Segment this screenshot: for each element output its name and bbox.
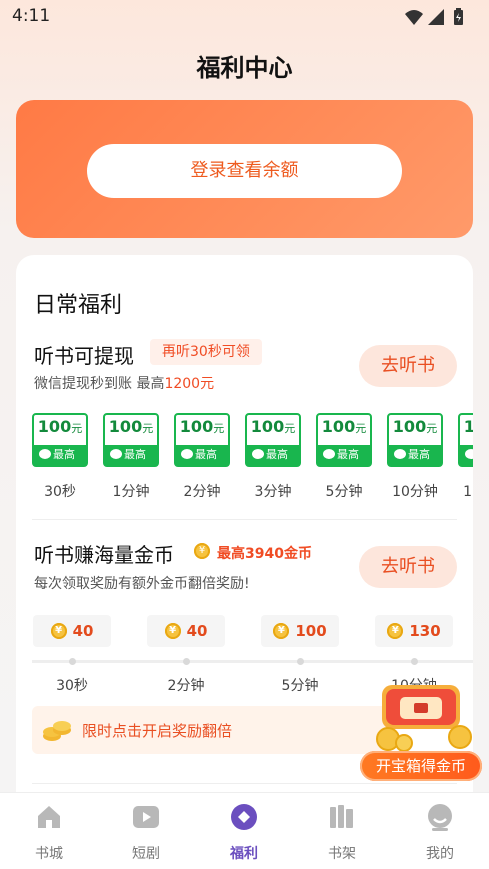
cash-task-listen-button[interactable]: 去听书 [359,345,457,387]
coin-icon: ¥ [50,622,67,639]
coin-step-chip[interactable]: ¥40 [147,615,225,647]
coin-step-chip[interactable]: ¥130 [375,615,453,647]
progress-dot [183,658,190,665]
wechat-icon [394,449,406,459]
coin-icon: ¥ [194,543,210,559]
tab-welfare[interactable]: 福利 [204,803,284,863]
tab-profile[interactable]: 我的 [400,803,480,863]
cash-reward-item[interactable]: 100元 最高 2分钟 [174,413,230,501]
wifi-icon [405,10,423,25]
cash-task-title: 听书可提现 [34,344,134,368]
cash-reward-item[interactable]: 100元 最高 15分钟 [458,413,473,501]
status-bar: 4:11 [0,0,489,34]
open-chest-button[interactable]: 开宝箱得金币 [360,751,482,781]
cash-reward-item[interactable]: 100元 最高 3分钟 [245,413,301,501]
login-card: 登录查看余额 [16,100,473,238]
bookshelf-icon [330,805,353,828]
coin-stack-icon [43,721,71,741]
tab-short-drama[interactable]: 短剧 [106,803,186,863]
cash-reward-time: 5分钟 [325,484,363,500]
cash-reward-card: 100元 最高 [316,413,372,467]
coin-icon: ¥ [164,622,181,639]
cash-reward-time: 1分钟 [112,484,150,500]
page-title: 福利中心 [196,54,293,82]
progress-dot [411,658,418,665]
treasure-chest-icon [376,685,472,752]
cash-task-desc: 微信提现秒到账 最高1200元 [34,376,215,392]
section-title: 日常福利 [34,293,123,318]
cash-reward-time: 3分钟 [254,484,292,500]
cash-reward-item[interactable]: 100元 最高 1分钟 [103,413,159,501]
coin-task-max: 最高3940金币 [217,546,312,562]
play-icon [133,806,159,828]
tab-bookstore[interactable]: 书城 [9,803,89,863]
bottom-tab-bar: 书城 短剧 福利 书架 我的 [0,792,489,869]
cash-reward-item[interactable]: 100元 最高 5分钟 [316,413,372,501]
cash-reward-time: 10分钟 [392,484,438,500]
cash-reward-card: 100元 最高 [387,413,443,467]
cash-task-max: 1200元 [164,376,215,392]
welfare-icon [231,804,257,830]
cash-reward-time: 30秒 [44,484,76,500]
double-reward-banner[interactable]: 限时点击开启奖励翻倍 [32,706,392,754]
coin-step-time: 5分钟 [281,678,319,694]
tab-bookshelf[interactable]: 书架 [302,803,382,863]
coin-task-listen-button[interactable]: 去听书 [359,546,457,588]
cash-reward-item[interactable]: 100元 最高 10分钟 [387,413,443,501]
progress-dot [297,658,304,665]
divider [32,519,457,520]
signal-icon [428,9,444,25]
cash-reward-card: 100元 最高 [103,413,159,467]
progress-dot [69,658,76,665]
wechat-icon [323,449,335,459]
cash-reward-time: 15分钟 [463,484,473,500]
home-icon [38,806,60,828]
cash-reward-card: 100元 最高 [174,413,230,467]
cash-reward-card: 100元 最高 [32,413,88,467]
wechat-icon [465,449,473,459]
coin-step-chip[interactable]: ¥100 [261,615,339,647]
status-time: 4:11 [12,6,51,26]
coin-progress-track [32,660,473,663]
profile-icon [428,804,452,831]
coin-step-time: 2分钟 [167,678,205,694]
divider [32,783,457,784]
double-reward-text: 限时点击开启奖励翻倍 [82,722,233,740]
coin-step-time: 30秒 [56,678,88,694]
cash-task-tag: 再听30秒可领 [150,339,262,365]
cash-reward-time: 2分钟 [183,484,221,500]
coin-icon: ¥ [387,622,404,639]
wechat-icon [181,449,193,459]
coin-task-title: 听书赚海量金币 [34,543,174,567]
cash-reward-list: 100元 最高 30秒 100元 最高 1分钟 100元 最高 2分钟 100元… [32,413,473,513]
cash-reward-card: 100元 最高 [245,413,301,467]
coin-task-desc: 每次领取奖励有额外金币翻倍奖励! [34,576,250,592]
coin-icon: ¥ [273,622,290,639]
wechat-icon [110,449,122,459]
login-view-balance-button[interactable]: 登录查看余额 [87,144,402,198]
wechat-icon [39,449,51,459]
coin-step-chip[interactable]: ¥40 [33,615,111,647]
treasure-chest-widget[interactable]: 开宝箱得金币 [360,677,482,781]
cash-reward-item[interactable]: 100元 最高 30秒 [32,413,88,501]
wechat-icon [252,449,264,459]
status-icons [405,8,463,25]
cash-reward-card: 100元 最高 [458,413,473,467]
